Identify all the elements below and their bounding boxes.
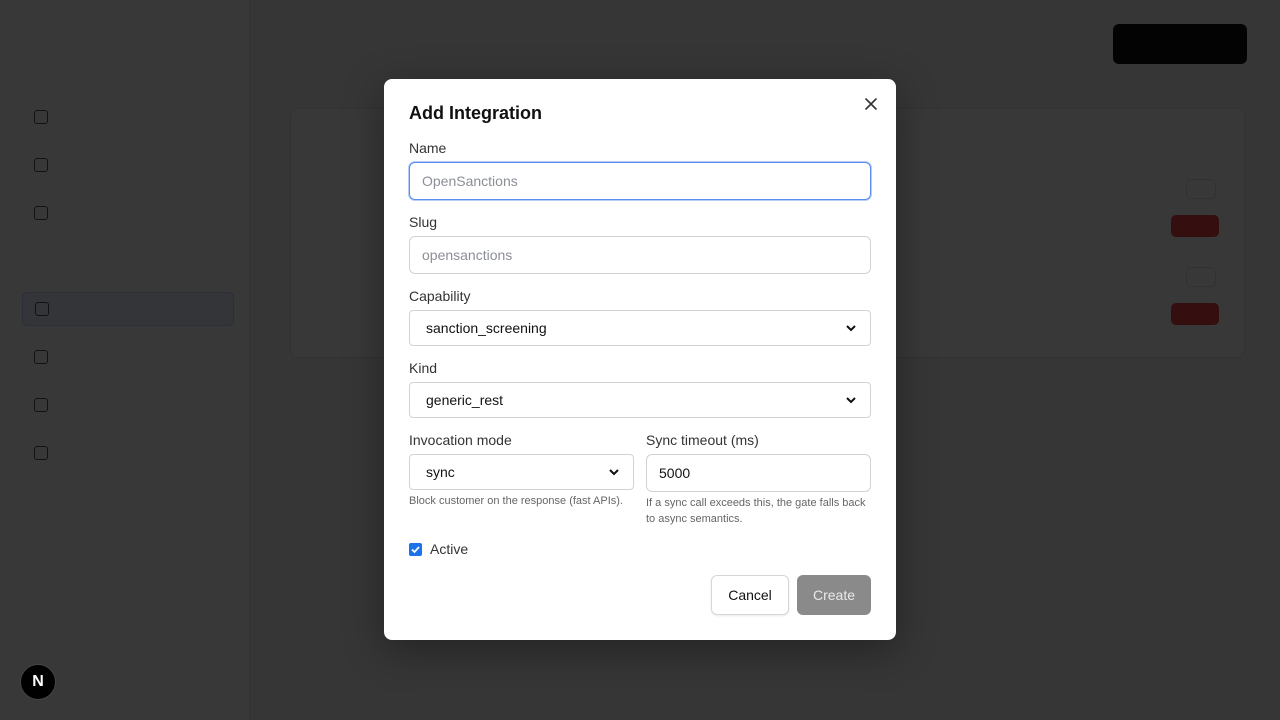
timeout-input[interactable] [646, 454, 871, 492]
cancel-button[interactable]: Cancel [711, 575, 789, 615]
timeout-help: If a sync call exceeds this, the gate fa… [646, 497, 866, 525]
name-label: Name [409, 140, 447, 156]
create-button[interactable]: Create [797, 575, 871, 615]
timeout-label: Sync timeout (ms) [646, 432, 759, 448]
next-badge-letter: N [32, 673, 44, 690]
active-checkbox[interactable] [409, 543, 422, 556]
capability-select[interactable]: sanction_screening [409, 310, 871, 346]
invocation-label: Invocation mode [409, 432, 512, 448]
active-label: Active [430, 541, 469, 557]
close-icon[interactable] [862, 96, 880, 114]
invocation-value: sync [426, 464, 455, 480]
slug-label: Slug [409, 214, 438, 230]
check-icon [411, 546, 420, 554]
slug-input[interactable] [409, 236, 871, 274]
kind-label: Kind [409, 360, 438, 376]
name-input[interactable] [409, 162, 871, 200]
kind-select[interactable]: generic_rest [409, 382, 871, 418]
chevron-down-icon [846, 397, 856, 404]
next-badge[interactable]: N [20, 664, 56, 700]
invocation-select[interactable]: sync [409, 454, 634, 490]
chevron-down-icon [609, 469, 619, 476]
invocation-help: Block customer on the response (fast API… [409, 495, 623, 507]
kind-value: generic_rest [426, 392, 504, 408]
dialog-title: Add Integration [409, 103, 542, 123]
capability-label: Capability [409, 288, 471, 304]
capability-value: sanction_screening [426, 320, 547, 336]
chevron-down-icon [846, 325, 856, 332]
